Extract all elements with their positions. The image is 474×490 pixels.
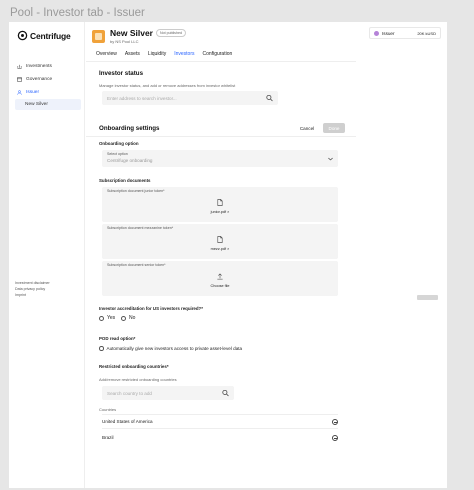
- app-window: Centrifuge Investments Governance Issuer…: [9, 22, 447, 488]
- document-icon: [217, 199, 223, 206]
- list-item: Brazil: [102, 432, 338, 443]
- pod-option[interactable]: Automatically give new investors access …: [99, 346, 242, 351]
- main-content: New Silver Not published by NS Pool LLC …: [86, 22, 356, 488]
- sidebar-item-issuer[interactable]: Issuer: [15, 86, 81, 99]
- sidebar-nav: Investments Governance Issuer New Silver: [15, 60, 81, 110]
- sidebar-subitem-pool[interactable]: New Silver: [15, 99, 81, 110]
- sidebar-item-label: Issuer: [26, 90, 40, 95]
- radio-label: Yes: [107, 315, 116, 321]
- remove-country-icon[interactable]: [332, 418, 338, 425]
- sidebar-footer: Investment disclaimer Data privacy polic…: [15, 280, 50, 298]
- sidebar-item-label: Governance: [26, 77, 53, 82]
- investor-status-title: Investor status: [99, 70, 144, 77]
- sidebar-item-governance[interactable]: Governance: [15, 73, 81, 86]
- section-divider: [86, 136, 356, 137]
- select-label: Select option: [107, 152, 128, 156]
- account-chip[interactable]: Issuer 20K kUSD: [369, 27, 441, 39]
- account-balance: 20K kUSD: [417, 30, 436, 36]
- investor-search-placeholder: Enter address to search investor...: [107, 95, 177, 101]
- country-name: Brazil: [102, 435, 114, 440]
- remove-file-icon[interactable]: ×: [227, 247, 229, 251]
- subscription-documents-heading: Subscription documents: [99, 178, 151, 183]
- document-upload-mezzanine[interactable]: Subscription document mezzanine token* m…: [102, 224, 338, 259]
- pool-issuer-text: by NS Pool LLC: [110, 39, 139, 44]
- person-icon: [17, 90, 22, 95]
- frame-title: Pool - Investor tab - Issuer: [10, 7, 145, 19]
- radio-button[interactable]: [99, 315, 104, 321]
- investor-search-input[interactable]: Enter address to search investor...: [102, 91, 278, 105]
- chart-icon: [17, 64, 22, 69]
- pod-checkbox[interactable]: [99, 346, 104, 351]
- pool-icon: [92, 29, 105, 43]
- sidebar: Centrifuge Investments Governance Issuer…: [9, 22, 85, 488]
- search-icon[interactable]: [266, 94, 273, 102]
- country-name: United States of America: [102, 419, 153, 424]
- country-search-input[interactable]: Search country to add: [102, 386, 234, 400]
- brand-logo[interactable]: Centrifuge: [17, 30, 71, 41]
- governance-icon: [17, 77, 22, 82]
- chevron-down-icon: [328, 157, 333, 161]
- pool-header: New Silver Not published by NS Pool LLC: [92, 28, 186, 44]
- cancel-button[interactable]: Cancel: [295, 123, 319, 133]
- upload-filename: mezz.pdf: [210, 247, 227, 251]
- upload-icon: [217, 273, 223, 280]
- pod-heading: POD read option*: [99, 336, 136, 341]
- remove-file-icon[interactable]: ×: [227, 210, 229, 214]
- restricted-countries-heading: Restricted onboarding countries*: [99, 364, 169, 369]
- status-badge: Not published: [156, 29, 186, 37]
- document-upload-senior[interactable]: Subscription document senior token* Choo…: [102, 261, 338, 296]
- sidebar-item-label: Investments: [26, 64, 52, 69]
- pod-option-label: Automatically give new investors access …: [106, 346, 243, 351]
- investor-status-description: Manage investor status, and add or remov…: [99, 83, 236, 88]
- account-label: Issuer: [382, 30, 395, 36]
- upload-label: Subscription document mezzanine token*: [107, 226, 174, 230]
- document-icon: [217, 236, 223, 243]
- onboarding-option-select[interactable]: Select option Centrifuge onboarding: [102, 150, 338, 167]
- countries-label: Countries: [99, 407, 117, 412]
- onboarding-option-heading: Onboarding option: [99, 141, 139, 146]
- avatar: [374, 30, 379, 36]
- radio-label: No: [129, 315, 136, 321]
- done-button[interactable]: Done: [323, 123, 345, 133]
- brand-name: Centrifuge: [30, 30, 71, 41]
- country-search-placeholder: Search country to add: [107, 390, 152, 396]
- accreditation-option-no[interactable]: No: [121, 315, 135, 321]
- sidebar-item-investments[interactable]: Investments: [15, 60, 81, 73]
- list-item: United States of America: [102, 416, 338, 427]
- list-divider: [102, 414, 338, 415]
- radio-button[interactable]: [121, 315, 126, 321]
- accreditation-option-yes[interactable]: Yes: [99, 315, 115, 321]
- centrifuge-logo-icon: [17, 30, 28, 41]
- list-divider: [102, 428, 338, 429]
- document-upload-junior[interactable]: Subscription document junior token* juni…: [102, 187, 338, 222]
- upload-filename: junior.pdf: [210, 210, 227, 214]
- onboarding-settings-title: Onboarding settings: [99, 125, 160, 132]
- restricted-countries-description: Add/remove restricted onboarding countri…: [99, 377, 177, 382]
- footer-link-imprint[interactable]: Imprint: [15, 292, 50, 298]
- page-title: New Silver: [110, 28, 153, 38]
- upload-label: Subscription document senior token*: [107, 263, 166, 267]
- scrollbar[interactable]: [417, 295, 438, 300]
- remove-country-icon[interactable]: [332, 434, 338, 441]
- accreditation-heading: Investor accreditation for US investors …: [99, 306, 203, 311]
- select-value: Centrifuge onboarding: [107, 158, 153, 163]
- search-icon[interactable]: [222, 389, 229, 397]
- choose-file-button[interactable]: Choose file: [102, 284, 338, 288]
- upload-label: Subscription document junior token*: [107, 189, 165, 193]
- tab-divider: [86, 61, 356, 62]
